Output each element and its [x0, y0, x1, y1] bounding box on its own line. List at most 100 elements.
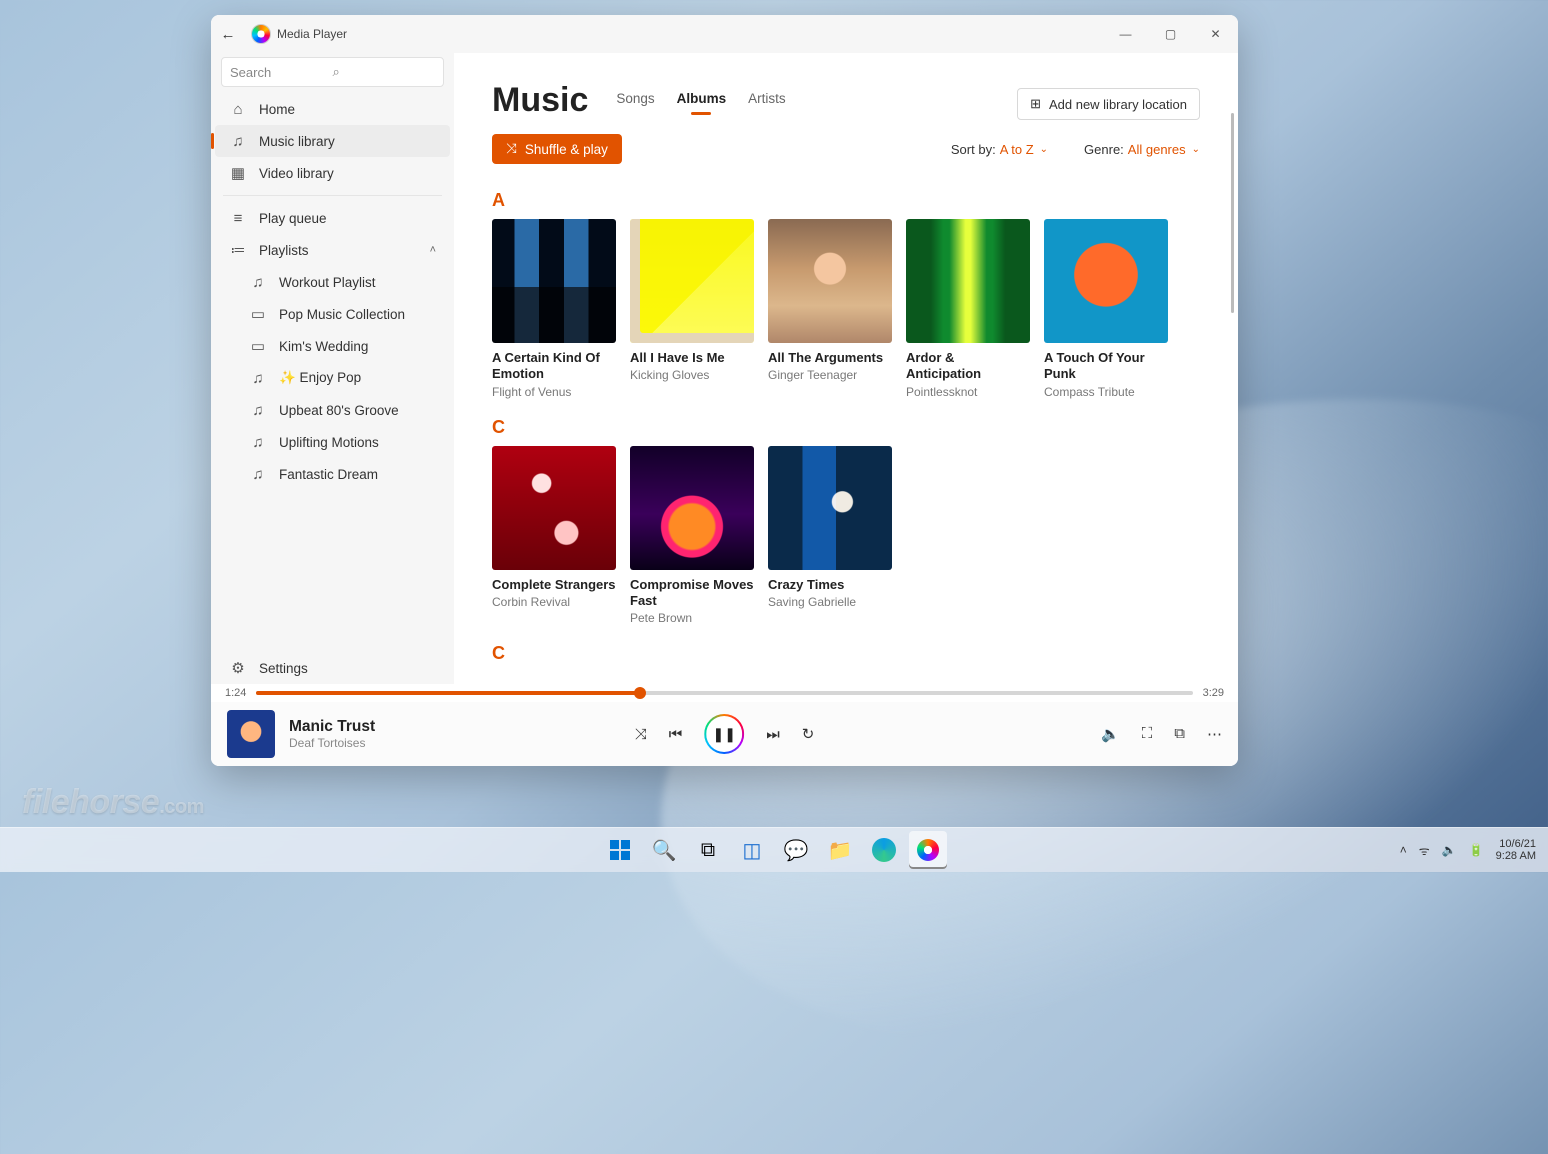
fullscreen-button[interactable]: ⛶: [1142, 725, 1153, 743]
section-letter[interactable]: C: [492, 417, 1200, 438]
playlist-item[interactable]: ▭Kim's Wedding: [215, 330, 450, 362]
dropdown-label: Sort by:: [951, 142, 996, 157]
system-tray[interactable]: ˄ ᯤ 🔈 🔋 10/6/21 9:28 AM: [1400, 838, 1548, 862]
repeat-button[interactable]: ↻: [802, 725, 815, 743]
music-note-icon: ♫: [229, 133, 247, 150]
chat-icon[interactable]: 💬: [777, 831, 815, 869]
now-playing-art[interactable]: [227, 710, 275, 758]
playlist-item[interactable]: ♫Workout Playlist: [215, 266, 450, 298]
watermark-tld: .com: [159, 796, 204, 818]
maximize-button[interactable]: ▢: [1148, 15, 1193, 53]
playlist-item[interactable]: ▭Pop Music Collection: [215, 298, 450, 330]
tray-chevron-icon[interactable]: ˄: [1400, 843, 1407, 857]
album-art: [492, 446, 616, 570]
folder-plus-icon: ⊞: [1030, 96, 1041, 112]
tab-artists[interactable]: Artists: [748, 91, 786, 112]
tray-date: 10/6/21: [1496, 838, 1536, 850]
clock[interactable]: 10/6/21 9:28 AM: [1496, 838, 1536, 862]
playlist-label: Uplifting Motions: [279, 435, 379, 450]
task-view-icon[interactable]: ⧉: [689, 831, 727, 869]
section-letter[interactable]: C: [492, 643, 1200, 664]
edge-icon[interactable]: [872, 838, 896, 862]
next-button[interactable]: ⏭: [766, 726, 780, 743]
chevron-down-icon: ⌄: [1192, 144, 1200, 155]
media-player-taskbar-icon[interactable]: [909, 831, 947, 869]
album-card[interactable]: A Touch Of Your PunkCompass Tribute: [1044, 219, 1168, 399]
minimize-button[interactable]: —: [1103, 15, 1148, 53]
sidebar-item-music-library[interactable]: ♫ Music library: [215, 125, 450, 157]
sidebar-item-video-library[interactable]: ▦ Video library: [215, 157, 450, 189]
now-playing-title: Manic Trust: [289, 718, 375, 736]
playlist-item[interactable]: ♫✨ Enjoy Pop: [215, 362, 450, 394]
sidebar-item-play-queue[interactable]: ≡ Play queue: [215, 202, 450, 234]
album-title: Ardor & Anticipation: [906, 350, 1030, 383]
album-card[interactable]: Compromise Moves FastPete Brown: [630, 446, 754, 626]
playlist-label: Upbeat 80's Groove: [279, 403, 399, 418]
sidebar-item-playlists[interactable]: ≔ Playlists ˄: [215, 234, 450, 266]
playlist-icon: ≔: [229, 241, 247, 259]
album-artist: Pointlessknot: [906, 385, 1030, 399]
play-pause-button[interactable]: ❚❚: [704, 714, 744, 754]
album-art: [768, 219, 892, 343]
section-letter[interactable]: A: [492, 190, 1200, 211]
taskbar: 🔍 ⧉ ◫ 💬 📁 ˄ ᯤ 🔈 🔋 10/6/21 9:28 AM: [0, 827, 1548, 872]
more-options-button[interactable]: ⋯: [1207, 725, 1222, 743]
music-note-icon: ♫: [249, 402, 267, 419]
button-label: Add new library location: [1049, 97, 1187, 112]
playlist-label: Fantastic Dream: [279, 467, 378, 482]
start-button[interactable]: [601, 831, 639, 869]
now-playing-artist: Deaf Tortoises: [289, 736, 375, 750]
album-art: [630, 446, 754, 570]
volume-button[interactable]: 🔈: [1101, 725, 1120, 743]
volume-tray-icon[interactable]: 🔈: [1442, 843, 1457, 857]
back-button[interactable]: ←: [211, 26, 245, 43]
file-explorer-icon[interactable]: 📁: [821, 831, 859, 869]
shuffle-toggle[interactable]: ⤨: [635, 726, 647, 743]
taskbar-search-icon[interactable]: 🔍: [645, 831, 683, 869]
album-card[interactable]: Ardor & Anticipation Pointlessknot: [906, 219, 1030, 399]
album-art: [1044, 219, 1168, 343]
scrollbar[interactable]: [1229, 113, 1235, 674]
mini-player-button[interactable]: ⧉: [1174, 725, 1185, 743]
elapsed-time: 1:24: [225, 687, 246, 699]
album-card[interactable]: Complete StrangersCorbin Revival: [492, 446, 616, 626]
battery-icon[interactable]: 🔋: [1469, 843, 1484, 857]
playlist-item[interactable]: ♫Fantastic Dream: [215, 458, 450, 490]
playlist-item[interactable]: ♫ Upbeat 80's Groove: [215, 394, 450, 426]
widgets-icon[interactable]: ◫: [733, 831, 771, 869]
album-card[interactable]: All The ArgumentsGinger Teenager: [768, 219, 892, 399]
sidebar-item-settings[interactable]: ⚙ Settings: [215, 652, 450, 684]
sort-by-dropdown[interactable]: Sort by: A to Z ⌄: [951, 142, 1048, 157]
album-card[interactable]: A Certain Kind Of Emotion Flight of Venus: [492, 219, 616, 399]
search-input[interactable]: Search ⌕: [221, 57, 444, 87]
sidebar-item-label: Video library: [259, 166, 334, 181]
album-title: Crazy Times: [768, 577, 892, 593]
button-label: Shuffle & play: [525, 142, 608, 157]
album-card[interactable]: All I Have Is MeKicking Gloves: [630, 219, 754, 399]
page-title: Music: [492, 81, 588, 120]
genre-dropdown[interactable]: Genre: All genres ⌄: [1084, 142, 1200, 157]
album-art: [906, 219, 1030, 343]
progress-track[interactable]: [256, 691, 1192, 695]
app-title: Media Player: [277, 27, 347, 41]
gear-icon: ⚙: [229, 659, 247, 677]
sidebar-item-home[interactable]: ⌂ Home: [215, 93, 450, 125]
progress-bar[interactable]: 1:24 3:29: [211, 684, 1238, 702]
tab-albums[interactable]: Albums: [677, 91, 727, 112]
tray-time: 9:28 AM: [1496, 850, 1536, 862]
tab-songs[interactable]: Songs: [616, 91, 654, 112]
add-library-location-button[interactable]: ⊞ Add new library location: [1017, 88, 1200, 120]
dropdown-value: All genres: [1128, 142, 1186, 157]
chevron-down-icon: ⌄: [1040, 144, 1048, 155]
playlist-item[interactable]: ♫Uplifting Motions: [215, 426, 450, 458]
previous-button[interactable]: ⏮: [669, 726, 683, 743]
sidebar-item-label: Music library: [259, 134, 335, 149]
chevron-up-icon: ˄: [430, 244, 436, 256]
album-artist: Flight of Venus: [492, 385, 616, 399]
album-card[interactable]: Crazy TimesSaving Gabrielle: [768, 446, 892, 626]
queue-icon: ≡: [229, 210, 247, 227]
wifi-icon[interactable]: ᯤ: [1419, 842, 1430, 859]
shuffle-play-button[interactable]: ⤨ Shuffle & play: [492, 134, 622, 164]
close-button[interactable]: ✕: [1193, 15, 1238, 53]
album-title: A Certain Kind Of Emotion: [492, 350, 616, 383]
